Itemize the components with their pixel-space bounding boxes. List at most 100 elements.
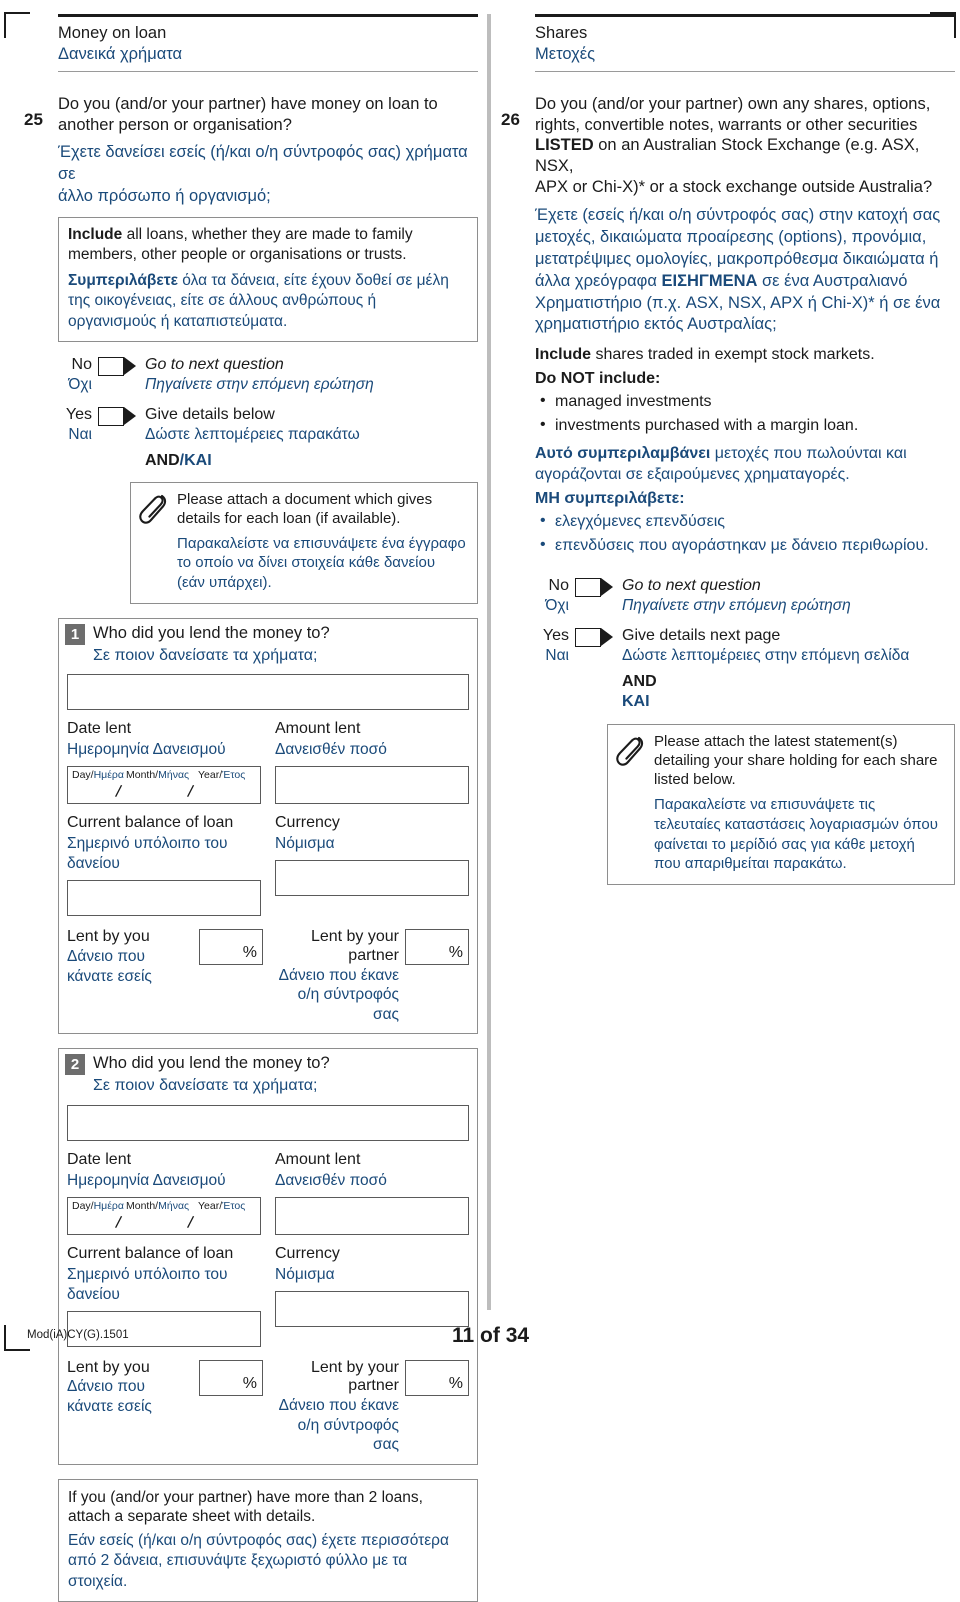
list-item: επενδύσεις που αγοράστηκαν με δάνειο περ…: [535, 535, 955, 557]
date-separator-slash: /: [114, 1212, 123, 1232]
loan-1-lent-by-you-el-2: κάνατε εσείς: [67, 967, 152, 985]
loan-1-date-label-el: Ημερομηνία Δανεισμού: [67, 741, 226, 759]
loan-1-balance-label-el: Σημερινό υπόλοιπο του δανείου: [67, 835, 228, 873]
loan-2-recipient-input[interactable]: [67, 1104, 469, 1141]
loan-2-lent-by-partner-el-2: ο/η σύντροφός σας: [297, 1416, 399, 1454]
section-title-en: Shares: [535, 24, 588, 42]
include-note-26-en: Include shares traded in exempt stock ma…: [535, 346, 875, 364]
loan-1-lent-by-you-en: Lent by you: [67, 928, 150, 946]
loan-1-currency-input[interactable]: [275, 860, 469, 897]
kai-label-26: ΚΑΙ: [622, 693, 650, 711]
answer-row-no-25[interactable]: No Όχι Go to next question Πηγαίνετε στη…: [58, 356, 478, 395]
loan-1-lent-by-you-input[interactable]: %: [199, 929, 263, 966]
loan-2-currency-label-el: Νόμισμα: [275, 1265, 335, 1283]
answer-yes-action-el: Δώστε λεπτομέρειες στην επόμενη σελίδα: [622, 646, 910, 664]
loan-1-date-input[interactable]: Day/Ημέρα Month/Μήνας Year/Έτος / /: [67, 766, 261, 805]
loan-1-amount-input[interactable]: [275, 766, 469, 805]
attach-note-el: Παρακαλείστε να επισυνάψετε τις τελευταί…: [654, 796, 938, 873]
answer-row-no-26[interactable]: No Όχι Go to next question Πηγαίνετε στη…: [535, 577, 955, 616]
loan-2-lent-by-partner-input[interactable]: %: [405, 1359, 469, 1396]
loan-1-recipient-input[interactable]: [67, 674, 469, 711]
date-separator-slash: /: [186, 782, 195, 802]
loan-2-day-label: Day/Ημέρα: [72, 1199, 124, 1212]
loan-1-amount-cell: Amount lent Δανεισθέν ποσό: [275, 719, 469, 805]
loan-entry-2-header: 2 Who did you lend the money to? Σε ποιο…: [59, 1049, 477, 1096]
loan-2-lent-by-you-el-1: Δάνειο που: [67, 1378, 145, 1396]
percent-symbol: %: [448, 944, 463, 962]
section-rule-top: [535, 14, 955, 17]
paperclip-icon: [139, 492, 171, 526]
loan-1-currency-label-en: Currency: [275, 814, 340, 832]
arrow-right-icon: [124, 407, 136, 426]
loan-2-lent-by-you-labels: Lent by you Δάνειο που κάνατε εσείς: [67, 1359, 199, 1417]
loan-entry-2: 2 Who did you lend the money to? Σε ποιο…: [58, 1048, 478, 1465]
checkbox-no-26[interactable]: [575, 578, 601, 598]
loan-2-lent-by-partner-cell: Lent by your partner Δάνειο που έκανε ο/…: [273, 1359, 469, 1455]
loan-2-lent-by-partner-el-1: Δάνειο που έκανε: [278, 1397, 399, 1415]
answer-row-yes-25[interactable]: Yes Ναι Give details below Δώστε λεπτομέ…: [58, 406, 478, 470]
answer-no-action-el: Πηγαίνετε στην επόμενη ερώτηση: [145, 376, 374, 394]
loan-1-currency-cell: Currency Νόμισμα: [275, 813, 469, 916]
question-26-text-en: Do you (and/or your partner) own any sha…: [535, 94, 933, 196]
percent-symbol: %: [448, 1374, 463, 1392]
loan-1-year-label: Year/Έτος: [198, 769, 246, 782]
date-separator-slash: /: [186, 1212, 195, 1232]
loan-1-balance-input[interactable]: [67, 880, 261, 917]
loan-1-day-label: Day/Ημέρα: [72, 769, 124, 782]
loan-2-date-input[interactable]: Day/Ημέρα Month/Μήνας Year/Έτος / /: [67, 1196, 261, 1235]
loan-entry-1-question-el: Σε ποιον δανείσατε τα χρήματα;: [93, 646, 318, 664]
loan-2-month-label: Month/Μήνας: [126, 1199, 190, 1212]
arrow-right-icon: [124, 357, 136, 376]
column-divider: [487, 14, 491, 1310]
answer-no-action: Go to next question Πηγαίνετε στην επόμε…: [613, 577, 851, 616]
loan-1-lent-by-you-labels: Lent by you Δάνειο που κάνατε εσείς: [67, 928, 199, 986]
answer-no-action: Go to next question Πηγαίνετε στην επόμε…: [136, 356, 374, 395]
loan-2-amount-label-en: Amount lent: [275, 1150, 361, 1168]
percent-symbol: %: [242, 1374, 257, 1392]
more-loans-note: If you (and/or your partner) have more t…: [58, 1478, 478, 1602]
include-note-en: Include all loans, whether they are made…: [68, 226, 413, 263]
loan-1-lent-by-partner-en: Lent by your partner: [310, 928, 399, 964]
arrow-right-icon: [601, 578, 613, 597]
checkbox-yes-26[interactable]: [575, 627, 601, 647]
checkbox-no-25[interactable]: [98, 357, 124, 377]
answer-no-label-el: Όχι: [545, 596, 569, 614]
loan-1-percent-row: Lent by you Δάνειο που κάνατε εσείς % Le…: [67, 928, 469, 1024]
loan-2-lent-by-you-input[interactable]: %: [199, 1359, 263, 1396]
loan-1-lent-by-you-el-1: Δάνειο που: [67, 948, 145, 965]
loan-2-currency-label-en: Currency: [275, 1244, 340, 1262]
loan-2-lent-by-you-cell: Lent by you Δάνειο που κάνατε εσείς %: [67, 1359, 263, 1455]
loan-2-date-label-en: Date lent: [67, 1150, 132, 1168]
and-kai-label-25: AND/ΚΑΙ: [145, 451, 212, 469]
loan-2-amount-input[interactable]: [275, 1196, 469, 1235]
answer-yes-action-en: Give details next page: [622, 626, 781, 644]
loan-1-date-amount-row: Date lent Ημερομηνία Δανεισμού Day/Ημέρα…: [67, 719, 469, 805]
loan-1-lent-by-partner-el-1: Δάνειο που έκανε: [278, 966, 399, 984]
and-label-26: AND: [622, 673, 657, 691]
question-25-text-en: Do you (and/or your partner) have money …: [58, 94, 438, 134]
loan-entry-1-badge: 1: [65, 624, 85, 645]
loan-2-currency-input[interactable]: [275, 1290, 469, 1327]
loan-1-amount-label-el: Δανεισθέν ποσό: [275, 741, 387, 759]
attach-note-en: Please attach the latest statement(s) de…: [654, 733, 938, 789]
answer-row-yes-26[interactable]: Yes Ναι Give details next page Δώστε λεπ…: [535, 627, 955, 713]
loan-1-amount-label-en: Amount lent: [275, 720, 361, 738]
question-26-text-el: Έχετε (εσείς ή/και ο/η σύντροφός σας) στ…: [535, 205, 941, 334]
loan-entry-2-question-en: Who did you lend the money to?: [93, 1054, 330, 1073]
loan-entry-1: 1 Who did you lend the money to? Σε ποιο…: [58, 618, 478, 1035]
attach-note-text-25: Please attach a document which gives det…: [177, 491, 467, 593]
loan-2-currency-cell: Currency Νόμισμα: [275, 1244, 469, 1347]
loan-1-lent-by-partner-input[interactable]: %: [405, 929, 469, 966]
attach-note-en: Please attach a document which gives det…: [177, 490, 433, 527]
answer-group-25: No Όχι Go to next question Πηγαίνετε στη…: [58, 356, 478, 469]
answer-yes-label-en: Yes: [65, 406, 92, 424]
question-26-number: 26: [501, 110, 520, 129]
do-not-include-list-en: managed investments investments purchase…: [535, 391, 955, 437]
checkbox-yes-25[interactable]: [98, 407, 124, 427]
loan-2-year-label: Year/Έτος: [198, 1199, 246, 1212]
attach-note-text-26: Please attach the latest statement(s) de…: [654, 733, 944, 874]
loan-2-balance-label-el: Σημερινό υπόλοιπο του δανείου: [67, 1265, 228, 1303]
answer-no-labels: No Όχι: [535, 577, 575, 615]
loan-entry-1-header: 1 Who did you lend the money to? Σε ποιο…: [59, 619, 477, 666]
answer-yes-label-el: Ναι: [545, 646, 569, 664]
